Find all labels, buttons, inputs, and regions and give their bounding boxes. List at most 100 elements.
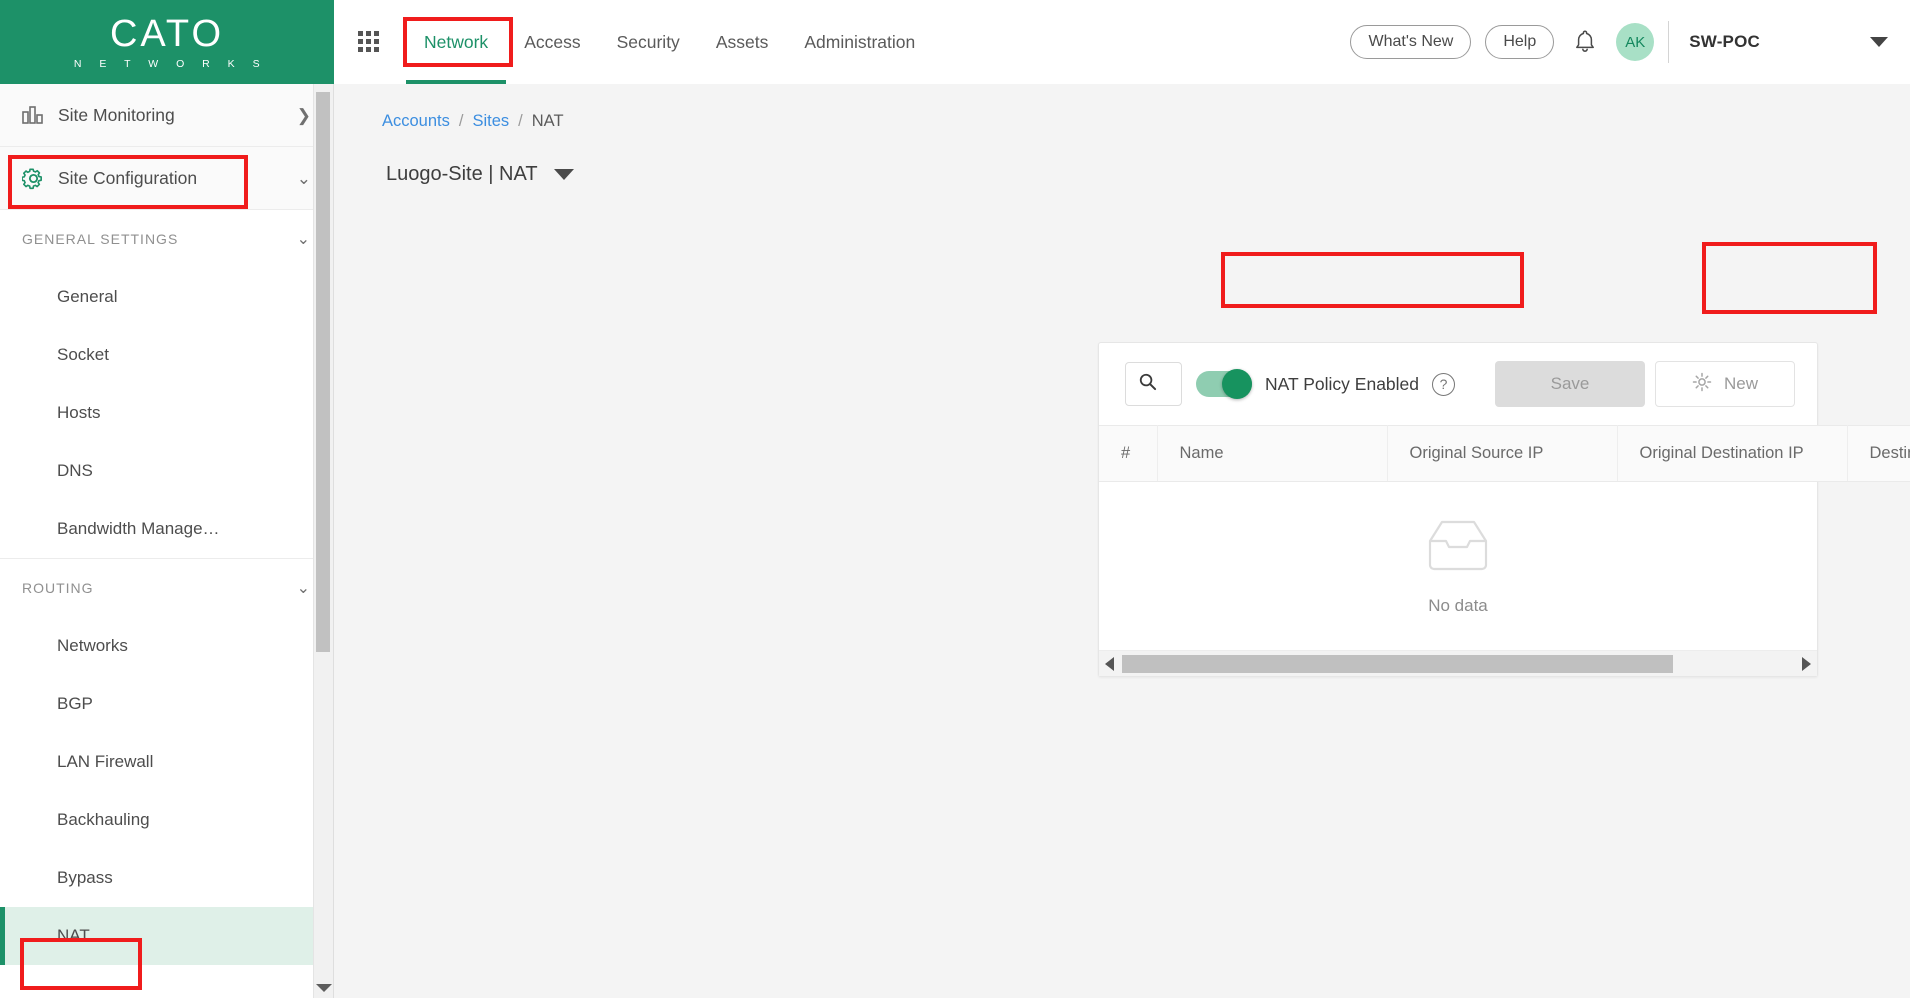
bar-chart-icon <box>22 105 52 125</box>
sidebar-item-networks-label: Networks <box>57 636 128 655</box>
table-header-index[interactable]: # <box>1099 425 1158 482</box>
sidebar-item-socket[interactable]: Socket <box>0 326 333 384</box>
nav-tab-security-label: Security <box>616 31 680 52</box>
main-navigation: Network Access Security Assets Administr… <box>406 0 933 84</box>
nav-tab-access-label: Access <box>524 31 581 52</box>
sidebar-item-site-monitoring[interactable]: Site Monitoring ❯ <box>0 84 333 147</box>
breadcrumb-separator: / <box>518 112 523 130</box>
sidebar-item-lan-firewall[interactable]: LAN Firewall <box>0 733 333 791</box>
sidebar: Site Monitoring ❯ Site Configuration ⌄ G… <box>0 84 334 998</box>
sidebar-item-networks[interactable]: Networks <box>0 617 333 675</box>
sidebar-section-routing[interactable]: ROUTING ⌄ <box>0 559 333 617</box>
question-mark-icon[interactable]: ? <box>1432 372 1456 396</box>
nav-tab-access[interactable]: Access <box>506 0 598 84</box>
sidebar-item-backhauling[interactable]: Backhauling <box>0 791 333 849</box>
empty-inbox-icon <box>1420 517 1496 580</box>
sidebar-section-general-settings-label: GENERAL SETTINGS <box>22 231 179 247</box>
breadcrumb-item-nat: NAT <box>531 112 564 130</box>
card-toolbar: NAT Policy Enabled ? Save New <box>1099 343 1817 425</box>
sidebar-item-bypass-label: Bypass <box>57 868 113 887</box>
table-header-name[interactable]: Name <box>1157 425 1388 482</box>
sidebar-item-dns[interactable]: DNS <box>0 442 333 500</box>
sidebar-item-bgp[interactable]: BGP <box>0 675 333 733</box>
nav-tab-network[interactable]: Network <box>406 0 507 84</box>
breadcrumb: Accounts / Sites / NAT <box>334 84 1910 131</box>
arrow-left-icon[interactable] <box>1105 656 1114 671</box>
divider <box>1668 21 1670 63</box>
horizontal-scrollbar-thumb[interactable] <box>1122 654 1674 673</box>
nav-tab-administration-label: Administration <box>804 31 916 52</box>
sidebar-item-hosts-label: Hosts <box>57 403 101 422</box>
whats-new-button[interactable]: What's New <box>1350 25 1472 59</box>
sidebar-item-bypass[interactable]: Bypass <box>0 849 333 907</box>
sidebar-item-bgp-label: BGP <box>57 694 93 713</box>
nat-policy-toggle-label: NAT Policy Enabled <box>1265 373 1420 394</box>
brand-subtitle: N E T W O R K S <box>73 57 268 70</box>
nav-tab-assets[interactable]: Assets <box>698 0 787 84</box>
sidebar-item-nat-label: NAT <box>57 926 90 945</box>
sidebar-section-routing-label: ROUTING <box>22 580 94 596</box>
nat-rules-table: # Name Original Source IP Original Desti… <box>1099 425 1910 482</box>
breadcrumb-item-sites[interactable]: Sites <box>472 112 509 131</box>
body: Site Monitoring ❯ Site Configuration ⌄ G… <box>0 84 1910 998</box>
horizontal-scrollbar-track[interactable] <box>1122 654 1794 673</box>
top-bar-actions: What's New Help AK SW-POC <box>1350 21 1910 63</box>
sidebar-item-socket-label: Socket <box>57 345 109 364</box>
avatar[interactable]: AK <box>1616 23 1655 61</box>
save-button[interactable]: Save <box>1495 361 1646 407</box>
app-root: CATO N E T W O R K S Network Access Secu… <box>0 0 1910 998</box>
table-header-destination-port-protocol[interactable]: Destination Port/Protocol <box>1847 425 1910 482</box>
brand-name: CATO <box>109 12 225 55</box>
toolbar-right: NAT Policy Enabled ? Save New <box>1182 361 1796 407</box>
chevron-down-icon: ⌄ <box>296 580 311 597</box>
sidebar-section-general-settings[interactable]: GENERAL SETTINGS ⌄ <box>0 210 333 268</box>
sidebar-item-dns-label: DNS <box>57 461 93 480</box>
sidebar-scrollbar-thumb[interactable] <box>316 92 330 652</box>
sidebar-item-general[interactable]: General <box>0 268 333 326</box>
whats-new-label: What's New <box>1368 33 1454 50</box>
content-area: Accounts / Sites / NAT Luogo-Site | NAT <box>334 84 1910 998</box>
table-header: # Name Original Source IP Original Desti… <box>1099 425 1910 482</box>
sidebar-item-backhauling-label: Backhauling <box>57 810 150 829</box>
triangle-down-icon[interactable] <box>553 169 574 180</box>
search-box[interactable] <box>1125 362 1182 406</box>
new-button-label: New <box>1724 374 1759 393</box>
avatar-initials: AK <box>1625 33 1646 51</box>
sidebar-item-hosts[interactable]: Hosts <box>0 384 333 442</box>
sidebar-scrollbar[interactable] <box>313 84 333 998</box>
breadcrumb-separator: / <box>458 112 464 130</box>
sidebar-item-bandwidth-management[interactable]: Bandwidth Manage… <box>0 500 333 558</box>
page-title[interactable]: Luogo-Site | NAT <box>334 131 574 186</box>
toggle-knob <box>1222 369 1252 399</box>
nav-tab-assets-label: Assets <box>715 31 769 52</box>
horizontal-scrollbar[interactable] <box>1099 650 1817 676</box>
table-header-original-source-ip[interactable]: Original Source IP <box>1387 425 1618 482</box>
sparkle-icon <box>1692 372 1712 397</box>
sidebar-item-site-configuration[interactable]: Site Configuration ⌄ <box>0 147 333 210</box>
sidebar-item-lan-firewall-label: LAN Firewall <box>57 752 154 771</box>
empty-state-label: No data <box>1428 595 1488 615</box>
top-bar-right: Network Access Security Assets Administr… <box>334 0 1910 84</box>
account-name[interactable]: SW-POC <box>1689 32 1760 52</box>
account-chevron-down-icon[interactable] <box>1870 37 1888 47</box>
sidebar-item-site-configuration-label: Site Configuration <box>58 167 198 188</box>
bell-icon[interactable] <box>1568 25 1602 59</box>
nav-tab-security[interactable]: Security <box>599 0 698 84</box>
chevron-right-icon: ❯ <box>296 105 311 125</box>
help-button[interactable]: Help <box>1485 25 1555 59</box>
sidebar-item-nat[interactable]: NAT <box>0 907 333 965</box>
sidebar-scroll-area: Site Monitoring ❯ Site Configuration ⌄ G… <box>0 84 333 998</box>
nat-policy-toggle[interactable] <box>1196 369 1252 399</box>
arrow-right-icon[interactable] <box>1802 656 1811 671</box>
nav-tab-administration[interactable]: Administration <box>786 0 933 84</box>
breadcrumb-item-accounts[interactable]: Accounts <box>382 112 450 131</box>
top-bar: CATO N E T W O R K S Network Access Secu… <box>0 0 1910 84</box>
scroll-down-arrow-icon[interactable] <box>315 984 332 992</box>
new-button[interactable]: New <box>1655 361 1796 407</box>
nat-policy-toggle-group: NAT Policy Enabled ? <box>1182 361 1469 407</box>
empty-state: No data <box>1099 482 1817 650</box>
sidebar-item-general-label: General <box>57 287 118 306</box>
table-header-original-destination-ip[interactable]: Original Destination IP <box>1617 425 1848 482</box>
grid-apps-icon[interactable] <box>358 31 380 53</box>
brand-logo[interactable]: CATO N E T W O R K S <box>0 0 334 84</box>
